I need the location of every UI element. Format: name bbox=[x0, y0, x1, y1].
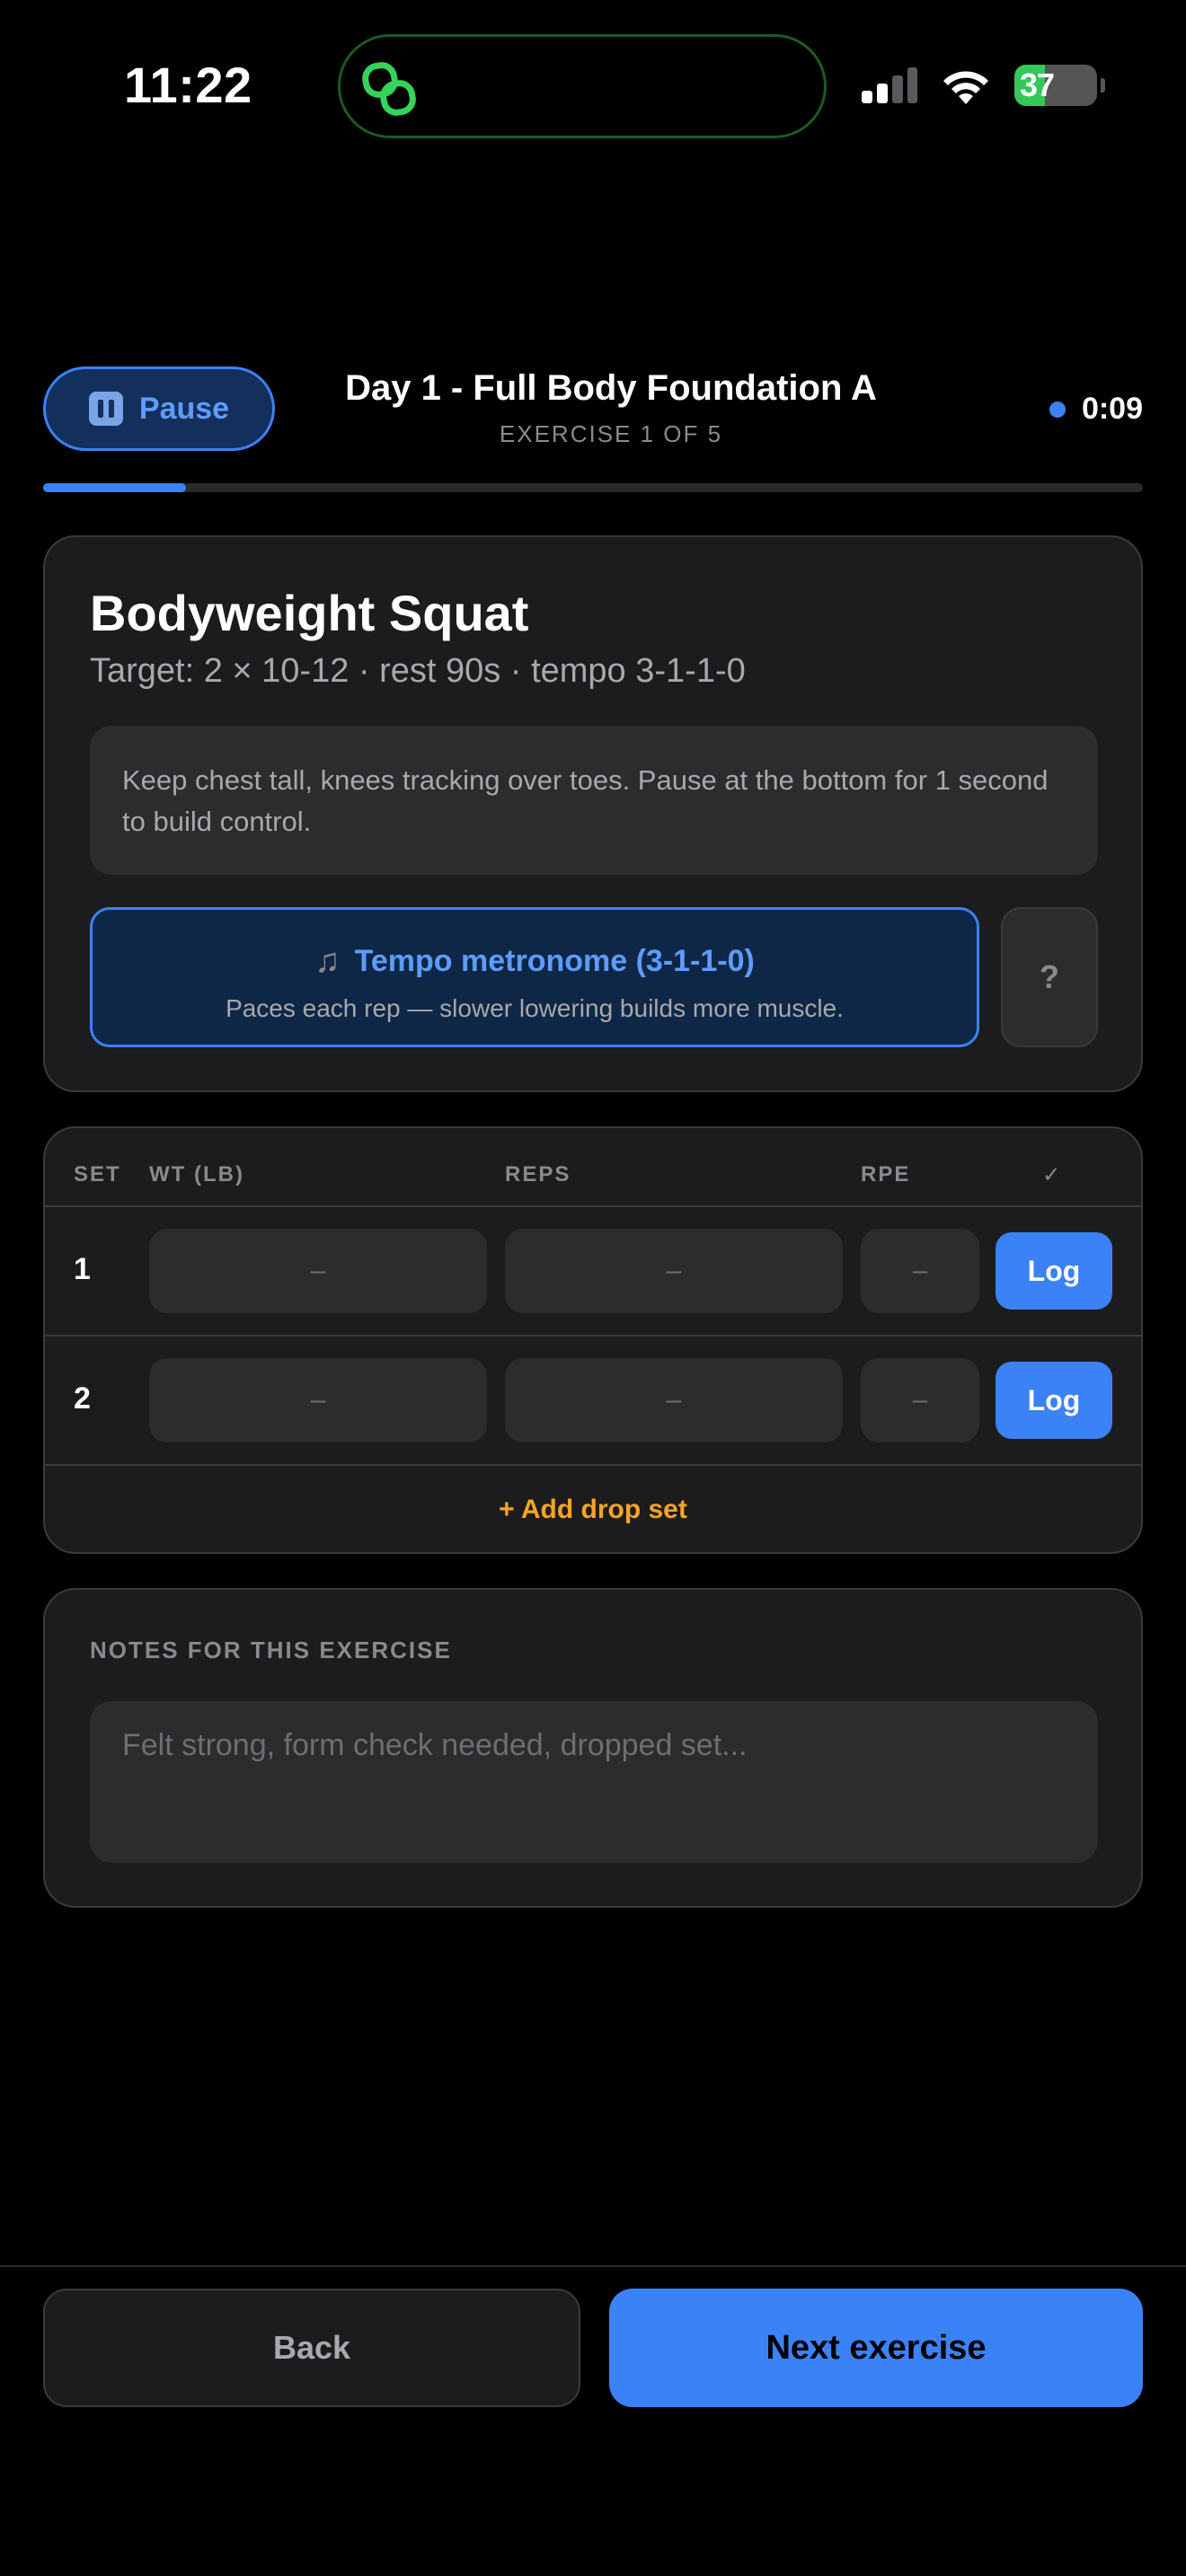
battery-charging-icon: 37 bbox=[1014, 65, 1097, 106]
add-drop-set-button[interactable]: + Add drop set bbox=[45, 1495, 1141, 1525]
set-row: 1 – – – Log bbox=[45, 1207, 1141, 1337]
set-number: 2 bbox=[74, 1381, 91, 1416]
form-cue: Keep chest tall, knees tracking over toe… bbox=[90, 726, 1098, 875]
set-number: 1 bbox=[74, 1252, 91, 1286]
set-row: 2 – – – Log bbox=[45, 1337, 1141, 1466]
notes-card: NOTES FOR THIS EXERCISE bbox=[43, 1588, 1143, 1908]
tempo-metronome-button[interactable]: ♫ Tempo metronome (3-1-1-0) Paces each r… bbox=[90, 907, 979, 1047]
exercise-card: Bodyweight Squat Target: 2 × 10-12 · res… bbox=[43, 535, 1143, 1092]
reps-input[interactable]: – bbox=[505, 1229, 843, 1313]
log-set-button[interactable]: Log bbox=[996, 1362, 1112, 1439]
timer-value: 0:09 bbox=[1081, 392, 1143, 426]
status-icons: 37 bbox=[862, 65, 1105, 106]
workout-progress-fill bbox=[43, 483, 187, 492]
music-note-icon: ♫ bbox=[314, 942, 341, 980]
exercise-target: Target: 2 × 10-12 · rest 90s · tempo 3-1… bbox=[90, 652, 746, 690]
link-icon bbox=[362, 62, 416, 116]
notes-input[interactable] bbox=[90, 1701, 1098, 1863]
weight-input[interactable]: – bbox=[149, 1229, 487, 1313]
footer-divider bbox=[0, 2265, 1186, 2267]
log-set-button[interactable]: Log bbox=[996, 1232, 1112, 1310]
status-time: 11:22 bbox=[124, 57, 252, 113]
dynamic-island bbox=[338, 34, 827, 138]
exercise-counter: EXERCISE 1 OF 5 bbox=[499, 420, 723, 447]
header-done-check-icon: ✓ bbox=[1042, 1163, 1063, 1187]
battery-cap bbox=[1101, 78, 1105, 93]
sets-card: SET WT (LB) REPS RPE ✓ 1 – – – Log 2 – –… bbox=[43, 1126, 1143, 1554]
weight-input[interactable]: – bbox=[149, 1358, 487, 1442]
workout-title: Day 1 - Full Body Foundation A bbox=[345, 368, 877, 408]
metronome-title-row: ♫ Tempo metronome (3-1-1-0) bbox=[93, 942, 977, 981]
pause-button[interactable]: Pause bbox=[43, 366, 275, 451]
header-set: SET bbox=[74, 1162, 121, 1187]
rpe-input[interactable]: – bbox=[861, 1229, 979, 1313]
exercise-name: Bodyweight Squat bbox=[90, 585, 529, 641]
metronome-title: Tempo metronome (3-1-1-0) bbox=[354, 944, 755, 978]
header-rpe: RPE bbox=[861, 1162, 911, 1187]
tempo-help-button[interactable]: ? bbox=[1001, 907, 1098, 1047]
battery-level: 37 bbox=[1020, 66, 1055, 103]
rpe-input[interactable]: – bbox=[861, 1358, 979, 1442]
metronome-subtitle: Paces each rep — slower lowering builds … bbox=[226, 994, 844, 1022]
sets-table-header: SET WT (LB) REPS RPE ✓ bbox=[45, 1128, 1141, 1207]
back-button[interactable]: Back bbox=[43, 2289, 580, 2407]
next-exercise-button[interactable]: Next exercise bbox=[609, 2289, 1143, 2407]
reps-input[interactable]: – bbox=[505, 1358, 843, 1442]
workout-progress-bar bbox=[43, 483, 1143, 492]
wifi-icon bbox=[943, 71, 988, 104]
pause-label: Pause bbox=[138, 391, 230, 426]
header-weight: WT (LB) bbox=[149, 1162, 244, 1187]
cellular-signal-icon bbox=[862, 67, 917, 103]
notes-label: NOTES FOR THIS EXERCISE bbox=[90, 1636, 452, 1663]
elapsed-timer: 0:09 bbox=[1049, 392, 1143, 427]
recording-dot-icon bbox=[1049, 401, 1066, 418]
status-bar: 11:22 37 bbox=[0, 0, 1186, 171]
workout-header: Pause Day 1 - Full Body Foundation A EXE… bbox=[43, 365, 1143, 451]
pause-icon bbox=[88, 392, 123, 426]
header-reps: REPS bbox=[505, 1162, 571, 1187]
